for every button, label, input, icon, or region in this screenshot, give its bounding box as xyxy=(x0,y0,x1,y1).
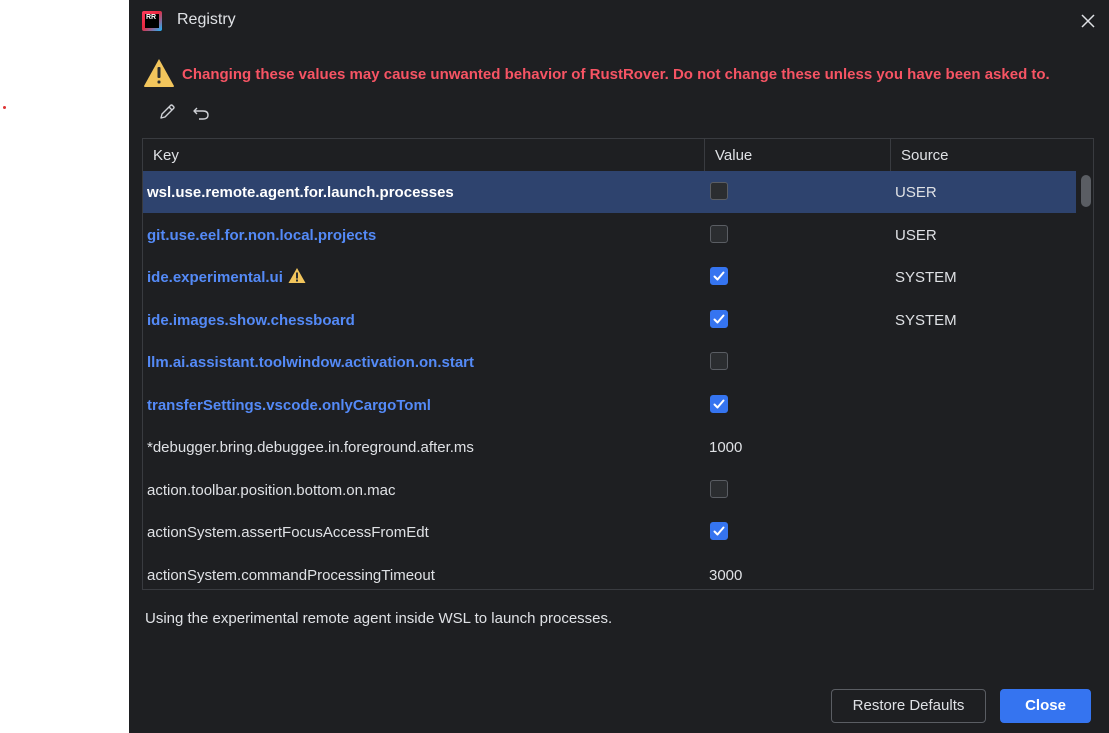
value-checkbox[interactable] xyxy=(710,182,728,200)
restore-defaults-button[interactable]: Restore Defaults xyxy=(831,689,986,723)
key-text: ide.images.show.chessboard xyxy=(147,312,355,329)
key-text: ide.experimental.ui xyxy=(147,269,283,286)
source-cell: USER xyxy=(895,184,937,201)
description-text: Using the experimental remote agent insi… xyxy=(145,610,613,627)
undo-icon[interactable] xyxy=(189,100,213,124)
key-cell: llm.ai.assistant.toolwindow.activation.o… xyxy=(147,341,703,383)
warning-banner: Changing these values may cause unwanted… xyxy=(143,58,1103,90)
source-cell xyxy=(895,426,1075,468)
key-cell: git.use.eel.for.non.local.projects xyxy=(147,214,703,256)
scrollbar-thumb[interactable] xyxy=(1081,175,1091,207)
value-checkbox[interactable] xyxy=(710,310,728,328)
value-checkbox[interactable] xyxy=(710,480,728,498)
table-row[interactable]: git.use.eel.for.non.local.projects USER xyxy=(143,214,1076,256)
table-row[interactable]: ide.images.show.chessboard SYSTEM xyxy=(143,299,1076,341)
key-cell: actionSystem.commandProcessingTimeout xyxy=(147,554,703,589)
table-row[interactable]: wsl.use.remote.agent.for.launch.processe… xyxy=(143,171,1076,213)
key-text: action.toolbar.position.bottom.on.mac xyxy=(147,482,396,499)
key-text: *debugger.bring.debuggee.in.foreground.a… xyxy=(147,439,474,456)
source-cell: USER xyxy=(895,227,937,244)
key-cell: ide.images.show.chessboard xyxy=(147,299,703,341)
key-cell: *debugger.bring.debuggee.in.foreground.a… xyxy=(147,426,703,468)
column-header-source[interactable]: Source xyxy=(891,139,1091,171)
key-text: git.use.eel.for.non.local.projects xyxy=(147,227,377,244)
rustrover-logo-icon: RR xyxy=(142,11,162,31)
key-text: transferSettings.vscode.onlyCargoToml xyxy=(147,397,431,414)
background-window xyxy=(0,0,129,733)
source-cell: SYSTEM xyxy=(895,269,957,286)
source-cell xyxy=(895,469,1075,511)
table-row[interactable]: llm.ai.assistant.toolwindow.activation.o… xyxy=(143,341,1076,383)
dialog-title: Registry xyxy=(177,11,236,28)
value-checkbox[interactable] xyxy=(710,267,728,285)
value-checkbox[interactable] xyxy=(710,395,728,413)
key-cell: ide.experimental.ui xyxy=(147,256,703,298)
key-text: wsl.use.remote.agent.for.launch.processe… xyxy=(147,184,454,201)
table-row[interactable]: *debugger.bring.debuggee.in.foreground.a… xyxy=(143,426,1076,468)
table-row[interactable]: action.toolbar.position.bottom.on.mac xyxy=(143,469,1076,511)
key-text: actionSystem.assertFocusAccessFromEdt xyxy=(147,524,429,541)
table-row[interactable]: actionSystem.commandProcessingTimeout 300… xyxy=(143,554,1076,589)
value-cell[interactable]: 3000 xyxy=(709,554,889,589)
source-cell: SYSTEM xyxy=(895,312,957,329)
table-row[interactable]: actionSystem.assertFocusAccessFromEdt xyxy=(143,511,1076,553)
value-checkbox[interactable] xyxy=(710,352,728,370)
close-icon[interactable] xyxy=(1079,12,1097,30)
red-dot xyxy=(3,106,6,109)
column-header-key[interactable]: Key xyxy=(143,139,705,171)
registry-dialog: RR Registry Changing these values may ca… xyxy=(129,0,1109,733)
warning-icon xyxy=(288,268,306,284)
source-cell xyxy=(895,384,1075,426)
source-cell xyxy=(895,341,1075,383)
pencil-icon[interactable] xyxy=(155,100,179,124)
key-cell: wsl.use.remote.agent.for.launch.processe… xyxy=(147,171,703,213)
value-cell[interactable]: 1000 xyxy=(709,426,889,468)
value-checkbox[interactable] xyxy=(710,522,728,540)
warning-icon xyxy=(144,59,174,87)
value-checkbox[interactable] xyxy=(710,225,728,243)
table-row[interactable]: ide.experimental.ui SYSTEM xyxy=(143,256,1076,298)
key-text: llm.ai.assistant.toolwindow.activation.o… xyxy=(147,354,474,371)
warning-text: Changing these values may cause unwanted… xyxy=(182,66,1050,83)
close-button[interactable]: Close xyxy=(1000,689,1091,723)
key-cell: transferSettings.vscode.onlyCargoToml xyxy=(147,384,703,426)
source-cell xyxy=(895,554,1075,589)
key-text: actionSystem.commandProcessingTimeout xyxy=(147,567,435,584)
key-cell: actionSystem.assertFocusAccessFromEdt xyxy=(147,511,703,553)
title-bar: RR Registry xyxy=(129,0,1109,40)
table-header: Key Value Source xyxy=(143,139,1093,171)
key-cell: action.toolbar.position.bottom.on.mac xyxy=(147,469,703,511)
column-header-value[interactable]: Value xyxy=(705,139,891,171)
registry-table: Key Value Source wsl.use.remote.agent.fo… xyxy=(142,138,1094,590)
table-row[interactable]: transferSettings.vscode.onlyCargoToml xyxy=(143,384,1076,426)
source-cell xyxy=(895,511,1075,553)
